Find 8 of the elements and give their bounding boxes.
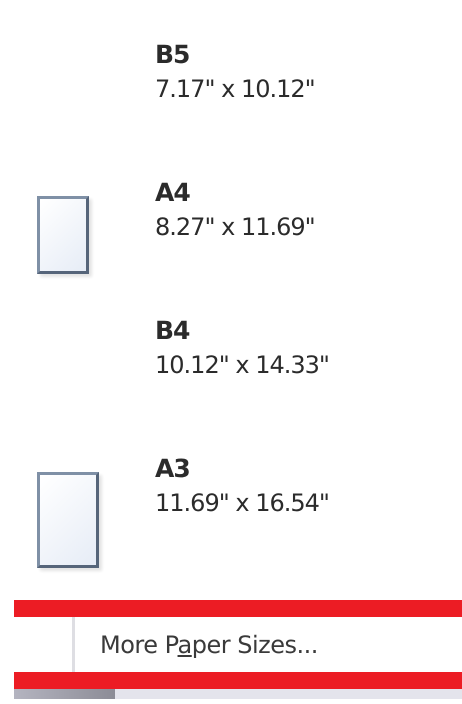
paper-size-name: A3	[155, 454, 190, 483]
paper-size-name: A4	[155, 178, 190, 207]
paper-dimensions: 7.17" x 10.12"	[155, 75, 315, 103]
paper-size-name: B5	[155, 40, 190, 69]
paper-size-name: B4	[155, 316, 190, 345]
paper-dimensions: 8.27" x 11.69"	[155, 213, 315, 241]
paper-dimensions: 11.69" x 16.54"	[155, 489, 329, 517]
paper-dimensions: 10.12" x 14.33"	[155, 351, 329, 379]
